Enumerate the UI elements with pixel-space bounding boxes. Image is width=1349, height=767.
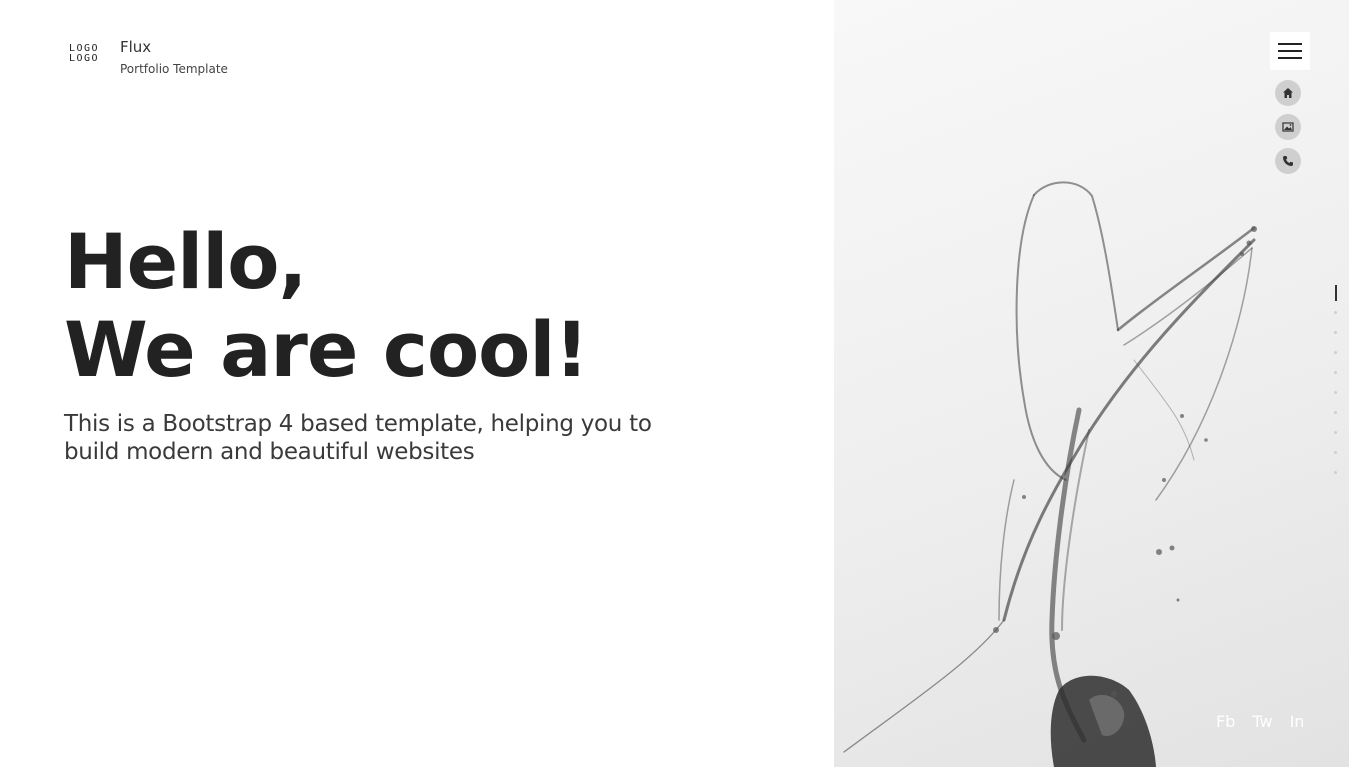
quick-nav [1275, 80, 1301, 174]
facebook-link[interactable]: Fb [1216, 712, 1235, 731]
nav-gallery-button[interactable] [1275, 114, 1301, 140]
hero-title: Hello, We are cool! [64, 218, 804, 394]
section-dot[interactable] [1334, 351, 1337, 354]
hero-subtitle: This is a Bootstrap 4 based template, he… [64, 411, 652, 465]
hero-title-line2: We are cool! [64, 305, 589, 394]
section-dot[interactable] [1334, 471, 1337, 474]
logo-text-line2: LOGO [69, 53, 100, 64]
content-column: LOGO LOGO Flux Portfolio Template Hello,… [0, 0, 834, 767]
phone-icon [1283, 156, 1293, 166]
section-indicator-active[interactable] [1334, 285, 1337, 301]
section-dot[interactable] [1334, 311, 1337, 314]
section-dot[interactable] [1334, 451, 1337, 454]
nav-contact-button[interactable] [1275, 148, 1301, 174]
hamburger-icon-bar-top [1278, 43, 1302, 45]
water-splash-image [843, 181, 1257, 767]
section-dot[interactable] [1334, 431, 1337, 434]
section-dot[interactable] [1334, 331, 1337, 334]
brand-text: Flux Portfolio Template [120, 38, 228, 76]
nav-home-button[interactable] [1275, 80, 1301, 106]
section-dot[interactable] [1334, 391, 1337, 394]
section-indicator [1334, 285, 1337, 491]
hamburger-icon-bar-bottom [1278, 57, 1302, 59]
social-links: Fb Tw In [1216, 712, 1304, 731]
hero-title-line1: Hello, [64, 217, 307, 306]
site-tagline: Portfolio Template [120, 62, 228, 76]
home-icon [1283, 88, 1293, 98]
linkedin-link[interactable]: In [1290, 712, 1305, 731]
hero: Hello, We are cool! This is a Bootstrap … [64, 218, 804, 466]
hero-image-panel: Fb Tw In [834, 0, 1349, 767]
section-dot[interactable] [1334, 411, 1337, 414]
section-dot[interactable] [1334, 371, 1337, 374]
twitter-link[interactable]: Tw [1252, 712, 1272, 731]
logo[interactable]: LOGO LOGO [69, 44, 109, 72]
brand[interactable]: LOGO LOGO Flux Portfolio Template [69, 38, 228, 76]
site-name: Flux [120, 38, 152, 56]
hamburger-icon-bar-middle [1278, 50, 1302, 52]
image-icon [1282, 122, 1294, 132]
menu-button[interactable] [1270, 32, 1310, 70]
